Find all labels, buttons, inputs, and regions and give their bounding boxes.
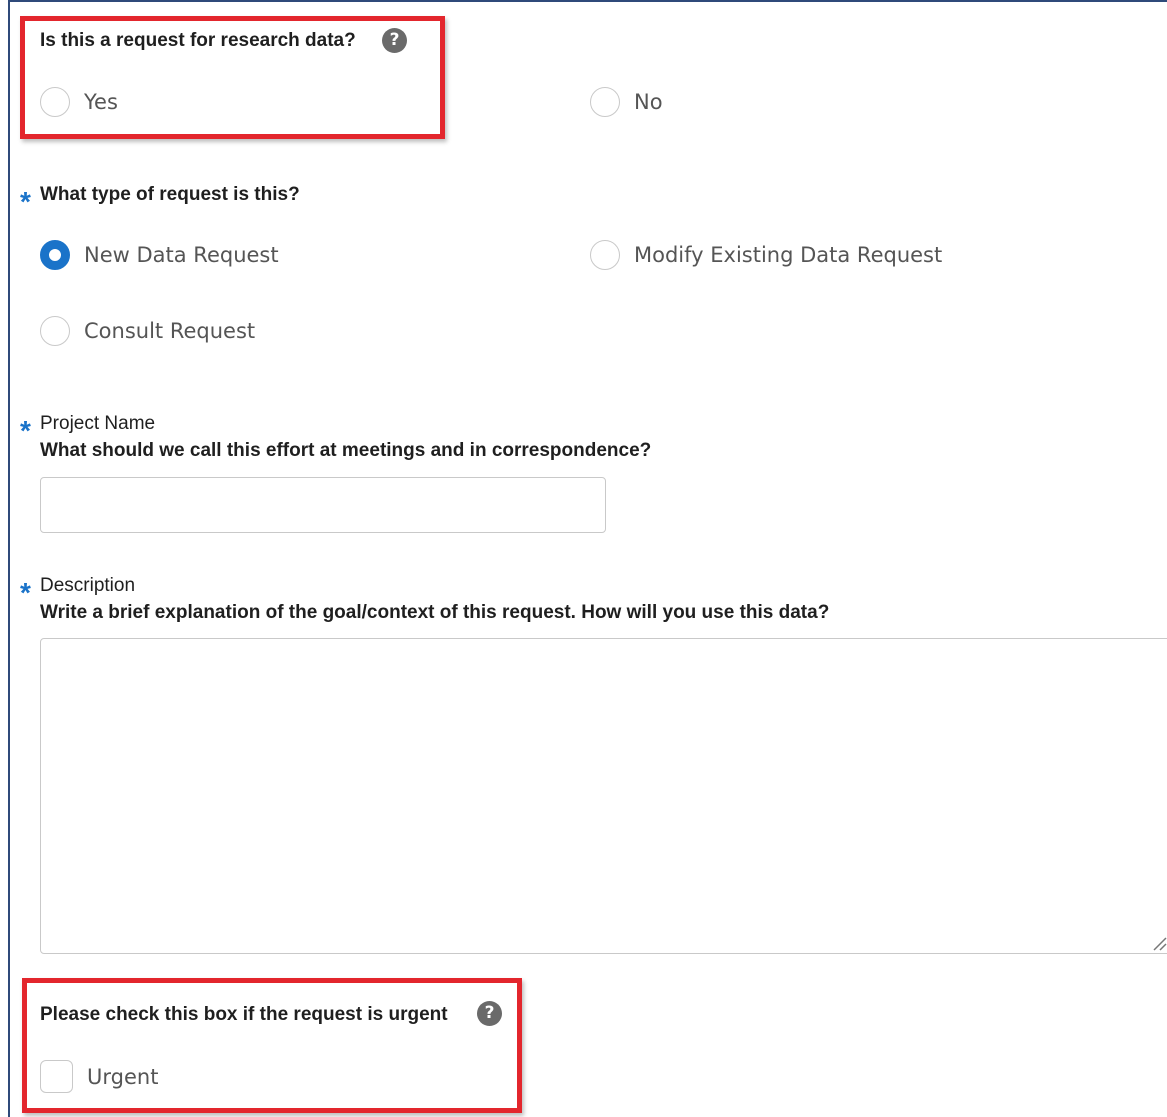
radio-option-new-data-request[interactable]: New Data Request xyxy=(40,240,279,270)
project-name-input[interactable] xyxy=(40,477,606,533)
project-name-label: Project Name xyxy=(40,413,156,434)
radio-label-modify-existing: Modify Existing Data Request xyxy=(634,243,943,267)
description-textarea[interactable] xyxy=(40,638,1167,954)
radio-option-no[interactable]: No xyxy=(590,87,663,117)
radio-option-consult-request[interactable]: Consult Request xyxy=(40,316,255,346)
project-name-sublabel: What should we call this effort at meeti… xyxy=(40,440,652,461)
required-asterisk-icon: * xyxy=(20,415,31,446)
description-label: Description xyxy=(40,575,136,596)
description-sublabel: Write a brief explanation of the goal/co… xyxy=(40,602,830,623)
radio-label-no: No xyxy=(634,90,663,114)
radio-label-consult-request: Consult Request xyxy=(84,319,256,343)
radio-button[interactable] xyxy=(590,87,620,117)
radio-button[interactable] xyxy=(40,316,70,346)
required-asterisk-icon: * xyxy=(20,577,31,608)
request-type-label: What type of request is this? xyxy=(40,184,300,205)
radio-option-modify-existing[interactable]: Modify Existing Data Request xyxy=(590,240,942,270)
radio-button-selected[interactable] xyxy=(40,240,70,270)
radio-button[interactable] xyxy=(590,240,620,270)
highlight-box-research-question xyxy=(20,16,445,139)
resize-handle-icon[interactable] xyxy=(1150,934,1167,951)
highlight-box-urgent xyxy=(22,978,522,1113)
radio-label-new-data-request: New Data Request xyxy=(84,243,279,267)
required-asterisk-icon: * xyxy=(20,186,31,217)
